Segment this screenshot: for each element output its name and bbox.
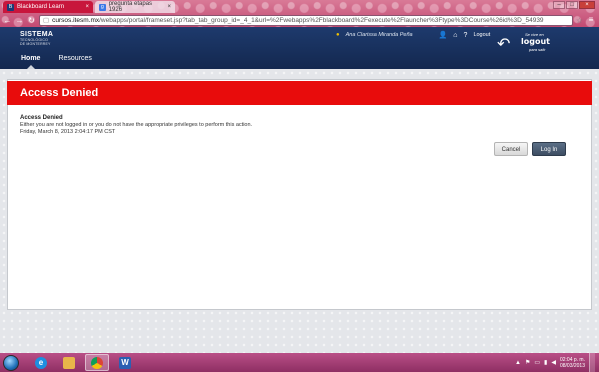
browser-toolbar: ← → ↻ ▢ cursos.itesm.mx/webapps/portal/f… (0, 13, 599, 27)
word-icon: W (119, 356, 131, 369)
log-in-button[interactable]: Log In (532, 142, 566, 156)
logo-line3: DE MONTERREY (20, 42, 51, 46)
message-body: Either you are not logged in or you do n… (20, 122, 253, 128)
blackboard-header: SISTEMA TECNOLÓGICO DE MONTERREY ● Ana C… (0, 27, 599, 69)
taskbar-internet-explorer[interactable]: e (29, 354, 53, 371)
user-profile-icon[interactable]: 👤 (439, 31, 448, 39)
tab-home[interactable]: Home (12, 54, 49, 69)
reload-icon[interactable]: ↻ (27, 16, 36, 25)
logout-brand-bottom: para salir (529, 47, 546, 52)
start-button[interactable] (3, 354, 19, 371)
user-dot-icon: ● (336, 32, 340, 38)
taskbar-windows-explorer[interactable] (57, 354, 81, 371)
maximize-icon[interactable]: □ (566, 1, 578, 9)
folder-icon (63, 356, 75, 369)
internet-explorer-icon: e (35, 356, 47, 369)
volume-icon[interactable]: ◀ (551, 359, 556, 366)
user-name[interactable]: Ana Clarissa Miranda Peña (346, 32, 413, 38)
back-arrow-icon[interactable]: ← (3, 16, 12, 25)
logout-link[interactable]: Logout (473, 32, 490, 38)
show-desktop-button[interactable] (589, 353, 595, 372)
clock-date: 08/03/2013 (559, 362, 585, 369)
minimize-icon[interactable]: – (553, 1, 565, 9)
logo-line1: SISTEMA (20, 31, 54, 38)
access-denied-banner: Access Denied (7, 81, 592, 105)
tab-google-search[interactable]: g pregunta etapas 1926 × (95, 1, 175, 13)
address-bar[interactable]: ▢ cursos.itesm.mx/webapps/portal/framese… (39, 14, 573, 26)
tab-label: Blackboard Learn (17, 4, 65, 10)
network-icon[interactable]: ▮ (544, 359, 547, 366)
tab-label: pregunta etapas 1926 (108, 1, 153, 13)
chrome-icon (91, 356, 103, 369)
windows-taskbar: e W ▲ ⚑ ▭ ▮ ◀ 02:04 p. m. 08/03/2013 (0, 353, 599, 372)
content-panel (7, 79, 592, 310)
main-nav: Home Resources (12, 54, 101, 69)
logout-button[interactable]: ↶ Se vive en logout para salir (495, 30, 557, 56)
show-hidden-icons-icon[interactable]: ▲ (515, 360, 521, 366)
taskbar-microsoft-word[interactable]: W (113, 354, 137, 371)
cancel-button[interactable]: Cancel (494, 142, 528, 156)
message-title: Access Denied (20, 115, 63, 121)
logout-brand-main: logout (521, 37, 550, 46)
home-icon[interactable]: ⌂ (453, 32, 457, 39)
flag-icon[interactable]: ⚑ (525, 359, 530, 366)
wrench-menu-icon[interactable]: ≡ (586, 15, 596, 25)
page-icon: ▢ (43, 17, 50, 24)
error-message: Access Denied Either you are not logged … (20, 115, 252, 136)
google-favicon-icon: g (99, 3, 106, 11)
url-host: cursos.itesm.mx (52, 16, 100, 24)
system-tray: ▲ ⚑ ▭ ▮ ◀ 02:04 p. m. 08/03/2013 (515, 353, 595, 372)
browser-chrome: B Blackboard Learn × g pregunta etapas 1… (0, 0, 599, 27)
close-tab-icon[interactable]: × (167, 4, 171, 10)
blackboard-favicon-icon: B (7, 3, 14, 11)
bookmark-star-icon[interactable]: ☆ (576, 16, 583, 25)
taskbar-google-chrome[interactable] (85, 354, 109, 371)
tec-logo[interactable]: SISTEMA TECNOLÓGICO DE MONTERREY (20, 31, 53, 46)
window-controls: – □ × (553, 1, 595, 9)
close-tab-icon[interactable]: × (85, 4, 89, 10)
close-window-icon[interactable]: × (579, 1, 595, 9)
forward-arrow-icon[interactable]: → (15, 16, 24, 25)
tab-blackboard-learn[interactable]: B Blackboard Learn × (3, 1, 93, 13)
tab-resources[interactable]: Resources (49, 54, 100, 69)
display-icon[interactable]: ▭ (534, 359, 540, 366)
url-path: /webapps/portal/frameset.jsp?tab_tab_gro… (99, 16, 544, 24)
logout-arrow-icon: ↶ (497, 36, 511, 53)
clock[interactable]: 02:04 p. m. 08/03/2013 (560, 357, 585, 369)
help-icon[interactable]: ? (464, 32, 468, 39)
message-date: Friday, March 8, 2013 2:04:17 PM CST (20, 129, 116, 135)
user-bar: ● Ana Clarissa Miranda Peña 👤 ⌂ ? Logout (336, 31, 490, 40)
clock-time: 02:04 p. m. (559, 356, 585, 363)
